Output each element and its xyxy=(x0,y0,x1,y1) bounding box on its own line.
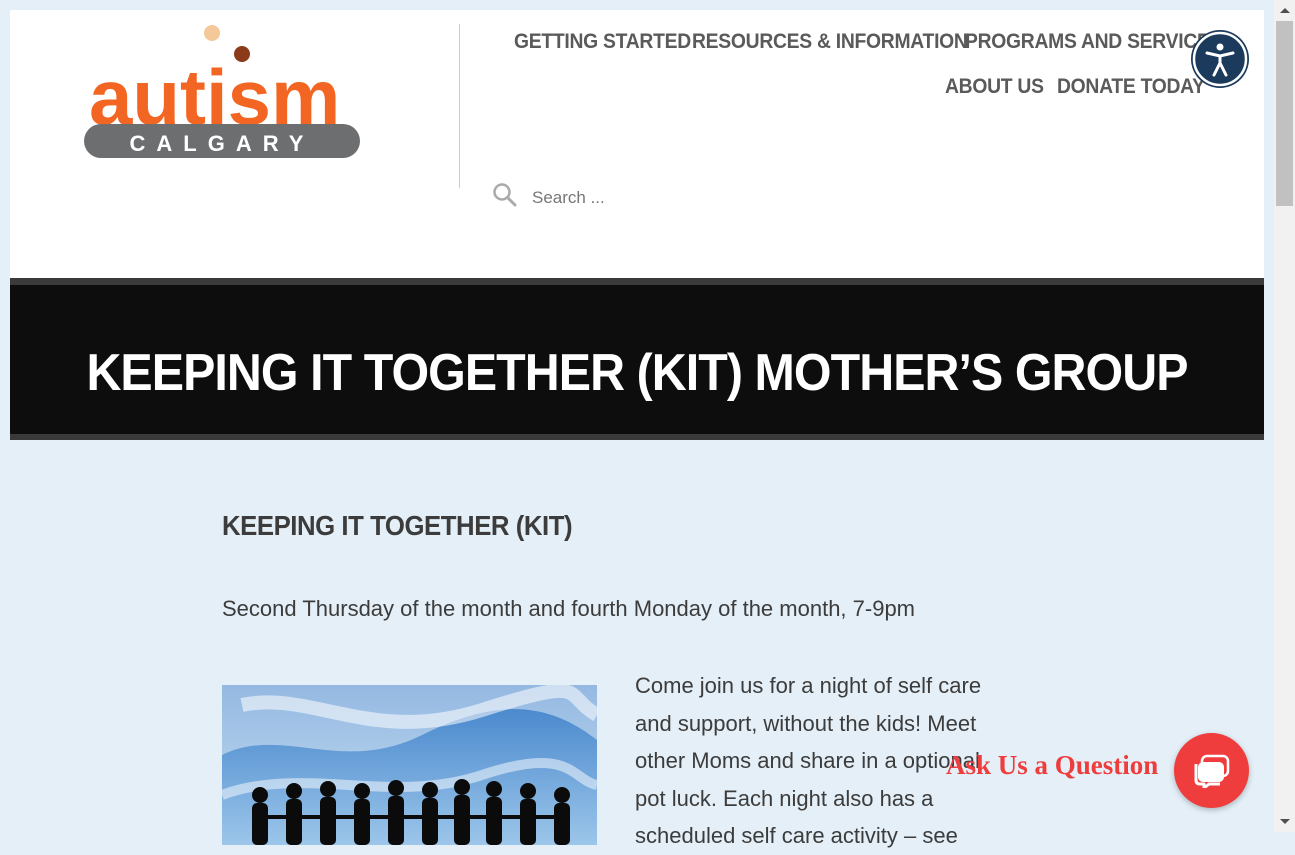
header-divider xyxy=(459,24,460,188)
site-header: autism CALGARY GETTING STARTED RESOURCES… xyxy=(10,10,1264,278)
page-hero: KEEPING IT TOGETHER (KIT) MOTHER’S GROUP xyxy=(10,278,1264,440)
vertical-scrollbar[interactable] xyxy=(1274,0,1295,832)
autism-calgary-logo: autism CALGARY xyxy=(84,25,360,158)
main-content: KEEPING IT TOGETHER (KIT) Second Thursda… xyxy=(220,510,1052,848)
search-form xyxy=(492,182,734,213)
nav-donate-today[interactable]: DONATE TODAY xyxy=(1057,75,1205,99)
accessibility-button[interactable] xyxy=(1191,30,1249,88)
nav-resources-information[interactable]: RESOURCES & INFORMATION xyxy=(692,30,968,54)
chat-button[interactable] xyxy=(1174,733,1249,808)
mothers-group-photo xyxy=(220,683,601,845)
intro-line: and support, without the kids! Meet xyxy=(635,710,977,736)
scroll-up-icon[interactable] xyxy=(1280,8,1290,13)
intro-line: pot luck. Each night also has a xyxy=(635,785,934,811)
nav-getting-started[interactable]: GETTING STARTED xyxy=(514,30,691,54)
scroll-thumb[interactable] xyxy=(1276,21,1293,206)
search-icon[interactable] xyxy=(492,182,518,213)
section-heading: KEEPING IT TOGETHER (KIT) xyxy=(222,510,573,541)
nav-about-us[interactable]: ABOUT US xyxy=(945,75,1044,99)
page-title: KEEPING IT TOGETHER (KIT) MOTHER’S GROUP xyxy=(86,344,1188,402)
intro-line: scheduled self care activity – see xyxy=(635,823,958,848)
intro-line: Come join us for a night of self care xyxy=(635,673,982,698)
accessibility-icon xyxy=(1192,31,1248,87)
scroll-down-icon[interactable] xyxy=(1280,819,1290,824)
ask-question-label[interactable]: Ask Us a Question xyxy=(946,750,1158,781)
chat-bubble-icon xyxy=(1194,754,1229,788)
search-input[interactable] xyxy=(530,186,734,209)
site-logo[interactable]: autism CALGARY xyxy=(84,24,364,174)
logo-city: CALGARY xyxy=(130,131,315,156)
nav-programs-services[interactable]: PROGRAMS AND SERVICES xyxy=(965,30,1223,54)
page-frame: autism CALGARY GETTING STARTED RESOURCES… xyxy=(10,10,1264,848)
schedule-text: Second Thursday of the month and fourth … xyxy=(222,596,916,621)
